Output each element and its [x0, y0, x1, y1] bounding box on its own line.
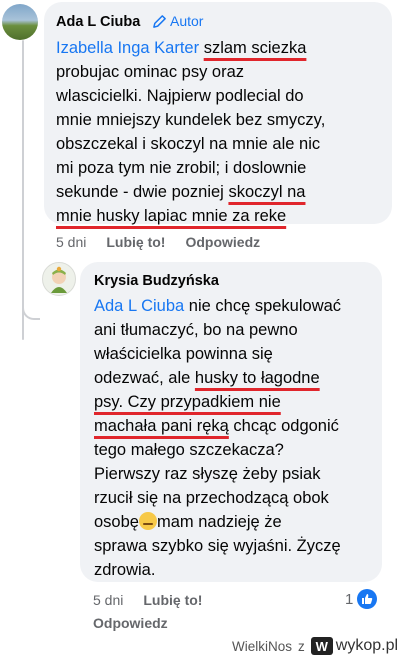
reply-button[interactable]: Odpowiedz — [93, 615, 168, 631]
highlighted-text: husky to łagodne — [194, 369, 320, 387]
line-text: nie chcę spekulować — [184, 297, 342, 315]
reaction-summary[interactable]: 1 — [345, 589, 378, 609]
author-badge: Autor — [152, 13, 203, 29]
reply-text: Ada L Ciuba nie chcę spekulować ani tłum… — [94, 294, 341, 582]
line-text: osobę — [94, 513, 139, 531]
author-badge-label: Autor — [170, 13, 204, 29]
comment-actions: 5 dni Lubię to! Odpowiedz — [56, 234, 280, 250]
avatar-ada[interactable] — [2, 4, 38, 40]
comment-line: sekunde - dwie pozniej skoczyl na — [56, 180, 325, 204]
reply-line: rzucił się na przechodzącą obok — [94, 486, 341, 510]
line-text: Pierwszy raz słyszę żeby psiak — [94, 465, 321, 483]
comment-text: Izabella Inga Karter szlam sciezka probu… — [56, 36, 325, 228]
comment-line: probujac ominac psy oraz — [56, 60, 325, 84]
thumbs-up-icon — [357, 589, 378, 609]
comment-line: mnie husky lapiac mnie za reke — [56, 204, 325, 228]
highlighted-text: szlam sciezka — [203, 39, 307, 57]
comment-line: wlascicielki. Najpierw podlecial do — [56, 84, 325, 108]
wykop-logo: W wykop.pl — [310, 637, 399, 655]
line-text: zdrowia. — [94, 561, 156, 579]
thread-connector-line — [22, 40, 24, 340]
line-text: odezwać, ale — [94, 369, 195, 387]
reply-line: ani tłumaczyć, bo na pewno — [94, 318, 341, 342]
comment-line: obszczekal i skoczyl na mnie ale nic — [56, 132, 325, 156]
reaction-count: 1 — [345, 590, 354, 608]
highlighted-text: mnie husky lapiac mnie za reke — [56, 207, 287, 225]
line-text: właścicielka powinna się — [94, 345, 273, 363]
watermark: WielkiNos z W wykop.pl — [232, 634, 398, 658]
like-button[interactable]: Lubię to! — [106, 234, 165, 250]
wykop-icon: W — [310, 637, 333, 655]
comment-line: mnie mniejszy kundelek bez smyczy, — [56, 108, 325, 132]
reply-line: Pierwszy raz słyszę żeby psiak — [94, 462, 341, 486]
reply-author[interactable]: Krysia Budzyńska — [94, 273, 219, 289]
reply-actions: 5 dni Lubię to! — [93, 592, 222, 608]
watermark-site: wykop.pl — [335, 637, 399, 654]
highlighted-text: psy. Czy przypadkiem nie — [94, 393, 281, 411]
pencil-icon — [153, 14, 166, 28]
watermark-user: WielkiNos — [232, 638, 293, 654]
reply-time[interactable]: 5 dni — [93, 592, 123, 608]
reply-line: osobę mam nadzieję że — [94, 510, 341, 534]
avatar-krysia[interactable] — [42, 262, 76, 296]
thread-connector-curve — [22, 300, 40, 320]
like-button[interactable]: Lubię to! — [143, 592, 202, 608]
reply-line: sprawa szybko się wyjaśni. Życzę — [94, 534, 341, 558]
reply-line: tego małego szczekacza? — [94, 438, 341, 462]
line-text: probujac ominac psy oraz — [56, 63, 245, 81]
line-text: mi poza tym nie zrobil; i doslownie — [56, 159, 307, 177]
reply-line: zdrowia. — [94, 558, 341, 582]
line-text: mam nadzieję że — [156, 513, 282, 531]
thinking-face-icon — [138, 512, 157, 530]
mention-link[interactable]: Ada L Ciuba — [94, 297, 184, 315]
mention-link[interactable]: Izabella Inga Karter — [56, 39, 199, 57]
comment-author[interactable]: Ada L Ciuba — [56, 14, 140, 30]
reply-line: odezwać, ale husky to łagodne — [94, 366, 341, 390]
reply-line: właścicielka powinna się — [94, 342, 341, 366]
reply-button[interactable]: Odpowiedz — [185, 234, 260, 250]
watermark-sep: z — [298, 638, 305, 654]
line-text: tego małego szczekacza? — [94, 441, 284, 459]
reply-line: psy. Czy przypadkiem nie — [94, 390, 341, 414]
comment-line: Izabella Inga Karter szlam sciezka — [56, 36, 325, 60]
highlighted-text: machała pani ręką — [94, 417, 229, 435]
line-text: rzucił się na przechodzącą obok — [94, 489, 329, 507]
line-text: obszczekal i skoczyl na mnie ale nic — [56, 135, 321, 153]
line-text: chcąc odgonić — [228, 417, 339, 435]
highlighted-text: skoczyl na — [228, 183, 306, 201]
line-text: ani tłumaczyć, bo na pewno — [94, 321, 298, 339]
reply-line: machała pani ręką chcąc odgonić — [94, 414, 341, 438]
line-text: sekunde - dwie pozniej — [56, 183, 229, 201]
reply-line: Ada L Ciuba nie chcę spekulować — [94, 294, 341, 318]
avatar-illustration — [51, 266, 67, 293]
line-text: sprawa szybko się wyjaśni. Życzę — [94, 537, 341, 555]
comment-line: mi poza tym nie zrobil; i doslownie — [56, 156, 325, 180]
comment-time[interactable]: 5 dni — [56, 234, 86, 250]
line-text: wlascicielki. Najpierw podlecial do — [56, 87, 304, 105]
line-text: mnie mniejszy kundelek bez smyczy, — [56, 111, 326, 129]
reply-actions-second-row: Odpowiedz — [93, 615, 168, 631]
